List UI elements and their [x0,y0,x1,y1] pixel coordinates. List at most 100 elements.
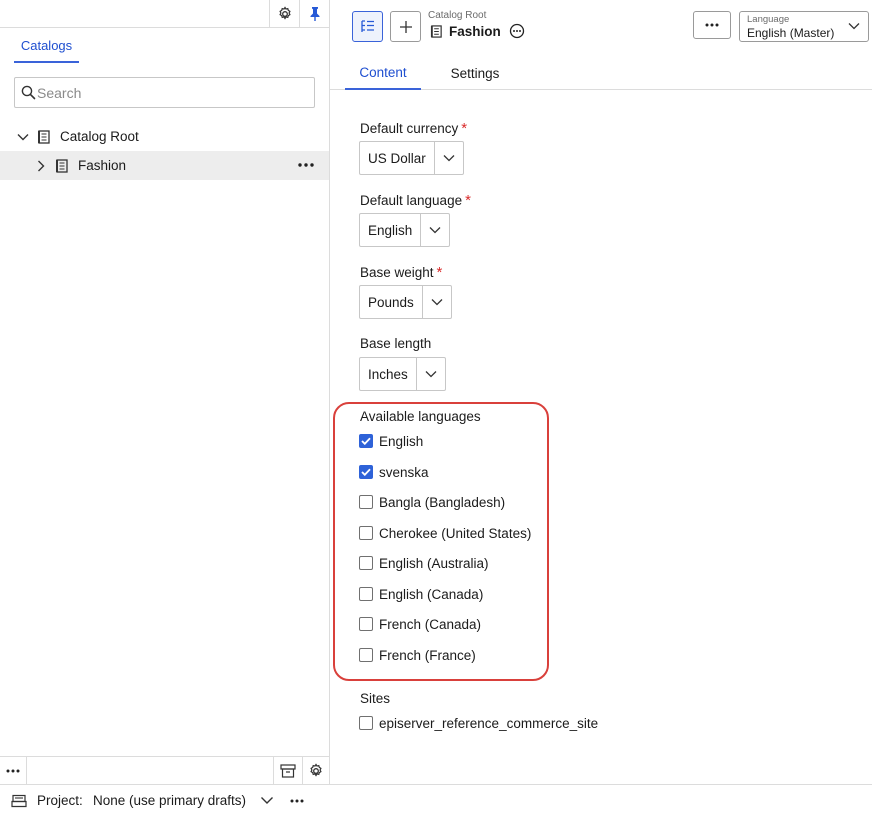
chevron-down-icon[interactable] [260,785,274,815]
catalog-icon [37,130,51,144]
language-option-english[interactable]: English [359,432,423,450]
checkbox-label: English [379,433,424,449]
checkbox-label: Cherokee (United States) [379,525,532,541]
chevron-down-icon [420,214,449,246]
more-circle-icon[interactable] [509,23,525,39]
checkbox-label: Bangla (Bangladesh) [379,494,506,510]
default-currency-label: Default currency * [360,120,467,137]
chevron-down-icon [415,358,445,390]
checkbox-unchecked[interactable] [359,526,373,540]
navigation-bottom-toolbar [0,756,329,785]
required-marker: * [465,192,471,209]
tab-settings-label: Settings [450,65,500,81]
more-options-icon[interactable] [296,158,316,172]
content-pane: Catalog Root Fashion Language English (M… [330,0,872,784]
language-option-french-france[interactable]: French (France) [359,646,476,664]
pin-icon[interactable] [299,0,329,28]
checkbox-checked[interactable] [359,465,373,479]
catalog-icon [55,159,69,173]
page-title: Fashion [449,23,501,39]
language-select[interactable]: Language English (Master) [739,11,869,42]
select-value: Pounds [368,294,414,310]
checkbox-unchecked[interactable] [359,617,373,631]
default-currency-select[interactable]: US Dollar [359,141,464,175]
plus-icon [399,20,413,34]
required-marker: * [436,264,443,281]
language-option-bangla-bangladesh[interactable]: Bangla (Bangladesh) [359,493,505,511]
language-option-cherokee-us[interactable]: Cherokee (United States) [359,524,531,542]
field-label: Base length [360,336,432,351]
tab-content[interactable]: Content [345,56,421,90]
breadcrumb[interactable]: Catalog Root [428,10,486,21]
settings-gear-icon[interactable] [269,0,299,28]
chevron-down-icon[interactable] [16,130,30,144]
base-weight-select[interactable]: Pounds [359,285,452,319]
field-label: Base weight [360,265,434,280]
base-length-select[interactable]: Inches [359,357,446,391]
language-option-french-canada[interactable]: French (Canada) [359,615,481,633]
tab-catalogs[interactable]: Catalogs [14,29,79,63]
checkbox-label: French (Canada) [379,616,482,632]
default-language-select[interactable]: English [359,213,451,247]
base-length-label: Base length [360,336,431,351]
tab-catalogs-label: Catalogs [20,37,73,53]
search-field[interactable] [14,77,315,108]
language-option-english-australia[interactable]: English (Australia) [359,554,489,572]
more-options-icon [705,23,719,27]
more-options-icon[interactable] [290,785,304,815]
checkbox-label: svenska [379,464,429,480]
options-button[interactable] [693,11,731,39]
checkbox-unchecked[interactable] [359,495,373,509]
language-caption: Language [747,14,790,25]
site-option[interactable]: episerver_reference_commerce_site [359,714,598,732]
checkbox-unchecked[interactable] [359,556,373,570]
project-select-value[interactable]: None (use primary drafts) [93,785,246,815]
add-button[interactable] [390,11,421,42]
checkbox-unchecked[interactable] [359,648,373,662]
required-marker: * [461,120,468,137]
checkbox-label: English (Australia) [379,555,489,571]
tab-settings[interactable]: Settings [438,56,512,90]
language-option-svenska[interactable]: svenska [359,463,429,481]
language-value: English (Master) [747,26,835,40]
content-tabs: Content Settings [330,56,872,90]
available-languages-label: Available languages [360,409,481,424]
chevron-down-icon [421,286,451,318]
select-value: US Dollar [368,150,426,166]
navigation-toolbar [0,0,329,28]
catalog-icon [430,24,443,38]
checkbox-label: episerver_reference_commerce_site [379,715,599,731]
checkbox-unchecked[interactable] [359,716,373,730]
tree-view-icon [360,19,376,35]
checkbox-checked[interactable] [359,434,373,448]
checkbox-label: English (Canada) [379,586,484,602]
navigation-pane: Catalogs Catalog Root Fashion [0,0,330,785]
more-options-icon[interactable] [0,757,27,785]
select-value: Inches [368,366,408,382]
chevron-down-icon [433,142,463,174]
base-weight-label: Base weight * [360,264,442,281]
chevron-down-icon [848,22,860,30]
archive-icon[interactable] [273,757,302,785]
settings-gear-icon[interactable] [302,757,329,785]
tab-content-label: Content [359,64,407,80]
checkbox-label: French (France) [379,647,476,663]
tree-item-label: Catalog Root [60,129,139,144]
toggle-navigation-button[interactable] [352,11,383,42]
search-input[interactable] [37,83,307,103]
project-label: Project: [37,793,83,808]
field-label: Default language [360,193,463,208]
page-title-group: Fashion [430,23,525,39]
search-icon [21,85,36,100]
tree-item-fashion[interactable]: Fashion [0,151,329,180]
project-icon [11,785,27,815]
tree-item-catalog-root[interactable]: Catalog Root [0,122,329,151]
tree-item-label: Fashion [78,158,127,173]
sites-label: Sites [360,691,391,706]
select-value: English [368,222,413,238]
chevron-right-icon[interactable] [34,159,48,173]
language-option-english-canada[interactable]: English (Canada) [359,585,483,603]
default-language-label: Default language * [360,192,471,209]
project-bar: Project: None (use primary drafts) [0,784,872,815]
checkbox-unchecked[interactable] [359,587,373,601]
